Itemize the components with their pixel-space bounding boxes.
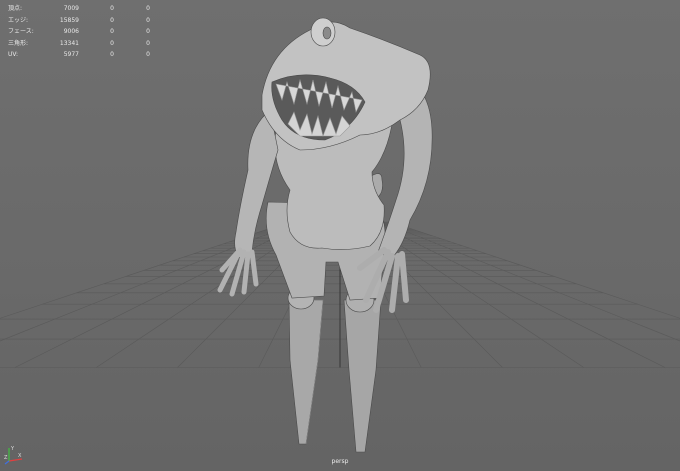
hud-value: 0 <box>110 5 114 12</box>
hud-value: 0 <box>146 16 150 24</box>
hud-value: 0 <box>146 5 150 12</box>
hand-left <box>217 247 259 297</box>
camera-name-label: persp <box>331 458 349 465</box>
poly-count-hud: 頂点: 7009 0 0 エッジ: 15859 0 0 フェース: 9006 0… <box>8 3 158 61</box>
hud-value: 0 <box>146 51 150 58</box>
creature-model[interactable] <box>217 17 433 453</box>
hud-value: 13341 <box>59 39 79 47</box>
viewport-persp[interactable]: 頂点: 7009 0 0 エッジ: 15859 0 0 フェース: 9006 0… <box>0 0 680 471</box>
hud-value: 0 <box>110 28 114 35</box>
hud-row-vertices: 頂点: 7009 0 0 <box>8 3 158 15</box>
hud-value: 0 <box>146 28 150 35</box>
hud-value: 9006 <box>63 28 79 35</box>
scene-canvas[interactable] <box>0 0 680 471</box>
hud-label: エッジ: <box>8 16 29 24</box>
hud-value: 7009 <box>63 5 79 12</box>
hud-row-faces: フェース: 9006 0 0 <box>8 26 158 38</box>
hud-row-triangles: 三角形: 13341 0 0 <box>8 38 158 50</box>
hud-value: 0 <box>146 39 150 47</box>
hud-value: 0 <box>110 51 114 58</box>
hud-label: UV: <box>8 51 19 58</box>
hud-label: 頂点: <box>8 5 23 12</box>
hud-row-uvs: UV: 5977 0 0 <box>8 49 158 61</box>
hud-value: 0 <box>110 16 114 24</box>
hud-row-edges: エッジ: 15859 0 0 <box>8 15 158 27</box>
hud-value: 15859 <box>59 16 79 24</box>
hud-label: フェース: <box>8 28 34 35</box>
hud-label: 三角形: <box>8 39 29 47</box>
axis-y-label: Y <box>10 446 15 452</box>
hud-value: 0 <box>110 39 114 47</box>
leg-left-mesh <box>288 299 324 445</box>
hud-value: 5977 <box>63 51 79 58</box>
leg-right-mesh <box>343 299 382 453</box>
